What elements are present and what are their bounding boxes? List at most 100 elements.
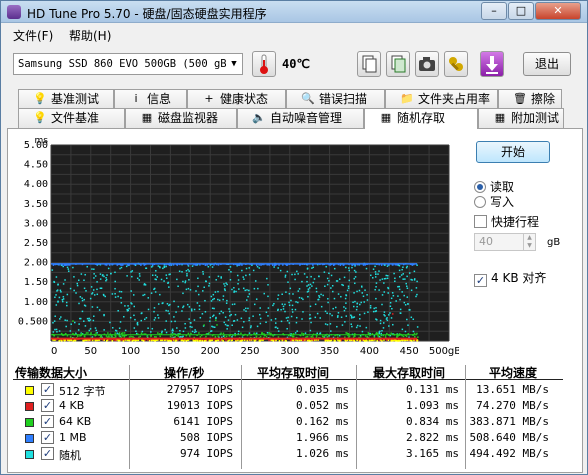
scatter-point [274, 322, 277, 324]
tab-benchmark[interactable]: 💡 基准测试 [18, 89, 114, 109]
save-button[interactable] [480, 51, 504, 77]
exit-button[interactable]: 退出 [523, 52, 571, 76]
scatter-point [322, 335, 324, 338]
scatter-point [231, 336, 233, 338]
scatter-point [83, 304, 86, 307]
scatter-point [306, 335, 309, 338]
scatter-point [188, 279, 190, 281]
tab-folder[interactable]: 📁 文件夹占用率 [385, 89, 498, 109]
tab-extra-tests[interactable]: ▦ 附加测试 [478, 108, 564, 128]
scatter-point [76, 282, 78, 285]
scatter-point [268, 332, 270, 334]
scatter-point [191, 330, 194, 333]
erase-icon: 🗑 [513, 92, 527, 105]
scatter-point [181, 336, 184, 338]
scatter-point [322, 294, 324, 297]
scatter-point [294, 308, 297, 311]
tab-erase[interactable]: 🗑 擦除 [498, 89, 562, 109]
scatter-point [306, 339, 309, 342]
series-checkbox[interactable]: ✓ [41, 399, 54, 412]
series-checkbox[interactable]: ✓ [41, 383, 54, 396]
scatter-point [157, 303, 160, 305]
tab-random-access[interactable]: ▦ 随机存取 [364, 108, 478, 129]
scatter-point [81, 310, 84, 313]
spinner-arrows-icon[interactable]: ▲ ▼ [523, 234, 535, 250]
scatter-point [201, 340, 204, 342]
scatter-point [265, 311, 268, 314]
quick-stroke-spinner[interactable]: 40 ▲ ▼ [474, 233, 536, 251]
write-radio-dot [474, 196, 486, 208]
scatter-point [54, 315, 56, 317]
scatter-point [120, 297, 122, 299]
scatter-point [103, 294, 105, 297]
speaker-icon: 🔈 [252, 111, 266, 124]
series-checkbox[interactable]: ✓ [41, 447, 54, 460]
scatter-point [369, 305, 372, 307]
minimize-button[interactable]: – [481, 2, 507, 20]
scatter-point [64, 279, 66, 281]
scatter-point [127, 305, 129, 307]
tab-disk-monitor[interactable]: ▦ 磁盘监视器 [125, 108, 237, 128]
scatter-point [215, 279, 217, 281]
scatter-point [329, 313, 331, 315]
tab-error-scan[interactable]: 🔍 错误扫描 [286, 89, 385, 109]
scatter-point [400, 274, 403, 276]
toolbar: Samsung SSD 860 EVO 500GB (500 gB) ▼ 40℃… [1, 47, 587, 81]
quick-stroke-checkbox[interactable]: 快捷行程 [474, 213, 539, 230]
series-checkbox[interactable]: ✓ [41, 431, 54, 444]
tab-health[interactable]: + 健康状态 [187, 89, 286, 109]
table-row: ✓ 4 KB 19013 IOPS 0.052 ms 1.093 ms 74.270 MB… [15, 398, 555, 414]
scatter-point [153, 307, 156, 309]
scatter-point [208, 282, 211, 285]
scatter-point [384, 335, 387, 337]
temperature-button[interactable] [252, 51, 276, 77]
close-button[interactable]: ✕ [535, 2, 581, 20]
scatter-point [306, 280, 308, 283]
menu-help[interactable]: 帮助(H) [69, 27, 111, 44]
scatter-point [193, 308, 196, 311]
scatter-point [54, 296, 56, 299]
scatter-point [362, 295, 365, 298]
copy-info-button[interactable] [386, 51, 410, 77]
scatter-point [402, 273, 404, 275]
series-color-swatch [25, 402, 34, 411]
scatter-point [155, 339, 158, 342]
scatter-point [355, 326, 358, 329]
options-button[interactable] [444, 51, 468, 77]
scatter-point [111, 327, 114, 329]
scatter-point [72, 320, 74, 322]
scatter-point [328, 280, 330, 282]
scatter-point [289, 339, 292, 342]
scatter-point [84, 273, 86, 276]
tab-info[interactable]: i 信息 [114, 89, 187, 109]
drive-select[interactable]: Samsung SSD 860 EVO 500GB (500 gB) ▼ [13, 53, 243, 75]
screenshot-button[interactable] [415, 51, 439, 77]
scatter-point [222, 340, 224, 342]
scatter-point [273, 264, 276, 266]
scatter-point [285, 317, 288, 319]
scatter-point [226, 299, 228, 302]
scatter-point [277, 294, 280, 296]
maximize-button[interactable]: □ [508, 2, 534, 20]
scatter-point [170, 320, 173, 323]
scatter-point [404, 330, 407, 333]
avg-speed-value: 383.871 MB/s [469, 415, 549, 428]
tab-speaker[interactable]: 🔈 自动噪音管理 [237, 108, 364, 128]
scatter-point [386, 319, 389, 322]
scatter-point [378, 270, 380, 272]
write-radio[interactable]: 写入 [474, 193, 514, 210]
scatter-point [87, 332, 89, 334]
scatter-point [198, 332, 200, 334]
scatter-point [220, 310, 223, 313]
copy-text-button[interactable] [357, 51, 381, 77]
scatter-point [374, 265, 376, 268]
scatter-point [203, 340, 206, 342]
start-button[interactable]: 开始 [476, 141, 550, 163]
tab-file-benchmark[interactable]: 💡 文件基准 [18, 108, 125, 128]
menu-file[interactable]: 文件(F) [13, 27, 53, 44]
scatter-point [227, 340, 229, 342]
series-checkbox[interactable]: ✓ [41, 415, 54, 428]
quick-stroke-value: 40 [479, 235, 493, 248]
scatter-point [67, 270, 70, 272]
align-4kb-checkbox[interactable]: ✓ 4 KB 对齐 [474, 269, 546, 287]
